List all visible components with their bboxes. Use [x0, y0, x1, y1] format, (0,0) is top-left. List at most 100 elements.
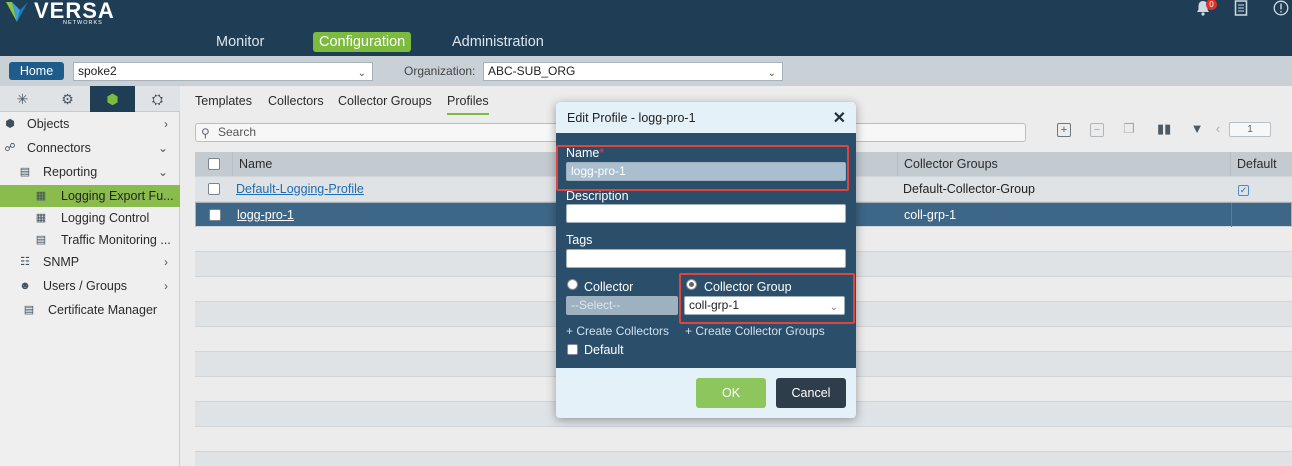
create-collector-groups-link[interactable]: + Create Collector Groups — [685, 324, 825, 338]
create-collectors-link[interactable]: + Create Collectors — [566, 324, 669, 338]
chevron-down-icon: ⌄ — [767, 68, 776, 79]
sidebar-tabs: ✳ ⚙ ⬢ ⛭ — [0, 86, 180, 112]
chevron-right-icon: › — [164, 255, 168, 269]
sidebar-item-certificate-manager[interactable]: ▤ Certificate Manager — [0, 299, 180, 321]
row-checkbox[interactable] — [209, 209, 221, 221]
appliance-select[interactable]: spoke2 ⌄ — [73, 62, 373, 81]
tab-collectors[interactable]: Collectors — [268, 92, 324, 115]
empty-row — [195, 427, 1292, 452]
profile-name-link[interactable]: logg-pro-1 — [237, 208, 294, 222]
sidebar-item-label: Logging Export Fu... — [61, 189, 174, 203]
tab-templates[interactable]: Templates — [195, 92, 252, 115]
chart-icon: ▤ — [19, 166, 31, 178]
sidebar-item-reporting[interactable]: ▤ Reporting ⌄ — [0, 161, 180, 183]
notification-badge: 0 — [1206, 0, 1217, 10]
default-checked-icon: ✓ — [1238, 185, 1249, 196]
organization-value: ABC-SUB_ORG — [488, 64, 576, 78]
traffic-icon: ▤ — [35, 234, 47, 246]
versa-logo-mark — [6, 2, 28, 22]
organization-label: Organization: — [404, 64, 476, 78]
context-bar: Home spoke2 ⌄ Organization: ABC-SUB_ORG … — [0, 56, 1292, 86]
snmp-icon: ☷ — [20, 256, 30, 268]
chevron-down-icon: ⌄ — [157, 165, 168, 179]
sidebar-item-objects[interactable]: ⬢ Objects › — [0, 113, 180, 135]
description-field[interactable] — [566, 204, 846, 223]
profile-name-link[interactable]: Default-Logging-Profile — [236, 182, 364, 196]
sidebar-item-label: Certificate Manager — [48, 303, 158, 317]
cancel-button[interactable]: Cancel — [776, 378, 846, 408]
chevron-down-icon: ⌄ — [157, 141, 168, 155]
default-label: Default — [584, 343, 624, 357]
organization-select[interactable]: ABC-SUB_ORG ⌄ — [483, 62, 783, 81]
collector-label: Collector — [584, 280, 634, 294]
nav-administration[interactable]: Administration — [446, 32, 550, 52]
home-button[interactable]: Home — [9, 62, 64, 80]
select-all-checkbox[interactable] — [208, 158, 220, 170]
brand-sub: NETWORKS — [63, 20, 103, 26]
search-icon: ⚲ — [201, 126, 210, 140]
row-checkbox[interactable] — [208, 183, 220, 195]
collector-group-highlight-box — [679, 273, 855, 324]
collector-groups-cell: Default-Collector-Group — [903, 182, 1035, 196]
sidebar-item-label: Objects — [27, 117, 70, 131]
default-cell — [1231, 203, 1292, 227]
sidebar-item-label: Users / Groups — [43, 279, 128, 293]
dialog-footer: OK Cancel — [556, 368, 856, 418]
chevron-down-icon: ⌄ — [357, 68, 366, 79]
page-number-input[interactable]: 1 — [1229, 122, 1271, 137]
ok-button[interactable]: OK — [696, 378, 766, 408]
sidebar-item-label: SNMP — [43, 255, 80, 269]
sidebar-item-logging-export[interactable]: ▦ Logging Export Fu... — [0, 185, 180, 207]
chevron-right-icon: › — [164, 279, 168, 293]
default-checkbox[interactable] — [567, 344, 578, 355]
export-icon: ▦ — [35, 190, 47, 202]
sidebar-item-connectors[interactable]: ☍ Connectors ⌄ — [0, 137, 180, 159]
collector-select-value: --Select-- — [571, 298, 621, 312]
appliance-value: spoke2 — [78, 64, 117, 78]
sidebar-item-label: Connectors — [27, 141, 91, 155]
collector-select[interactable]: --Select-- — [566, 296, 678, 315]
sidebar-item-traffic-monitoring[interactable]: ▤ Traffic Monitoring ... — [0, 229, 180, 251]
name-highlight-box — [556, 145, 849, 191]
sidebar: ✳ ⚙ ⬢ ⛭ ⬢ Objects › ☍ Connectors ⌄ ▤ Rep… — [0, 86, 180, 466]
connectors-icon: ☍ — [4, 142, 16, 154]
column-header-collector-groups[interactable]: Collector Groups — [897, 152, 1230, 176]
collector-groups-cell: coll-grp-1 — [904, 208, 957, 222]
dialog-title: Edit Profile - logg-pro-1 — [567, 111, 696, 125]
tab-profiles[interactable]: Profiles — [447, 92, 489, 115]
previous-page-icon[interactable]: ‹ — [1211, 122, 1225, 137]
filter-icon[interactable]: ▼ — [1190, 122, 1204, 137]
search-placeholder: Search — [218, 125, 257, 139]
cube-icon: ⬢ — [5, 118, 15, 130]
column-header-default[interactable]: Default — [1230, 152, 1292, 176]
add-icon[interactable]: + — [1057, 123, 1071, 137]
brand-name: VERSA — [34, 0, 115, 23]
empty-row — [195, 452, 1292, 466]
log-control-icon: ▦ — [35, 212, 47, 224]
close-icon[interactable]: ✕ — [833, 108, 846, 128]
collector-radio[interactable] — [567, 279, 578, 290]
copy-icon[interactable]: ❐ — [1122, 122, 1136, 137]
sidebar-item-logging-control[interactable]: ▦ Logging Control — [0, 207, 180, 229]
topology-icon[interactable]: ✳ — [0, 86, 45, 112]
sidebar-item-label: Logging Control — [61, 211, 150, 225]
chevron-right-icon: › — [164, 117, 168, 131]
info-icon[interactable] — [1272, 0, 1290, 16]
tags-label: Tags — [566, 233, 593, 247]
cube-icon[interactable]: ⬢ — [90, 86, 135, 112]
description-label: Description — [566, 189, 629, 203]
remove-icon[interactable]: − — [1090, 123, 1104, 137]
dialog-header: Edit Profile - logg-pro-1 ✕ — [556, 102, 856, 133]
sidebar-item-users-groups[interactable]: ☻ Users / Groups › — [0, 275, 180, 297]
nav-configuration[interactable]: Configuration — [313, 32, 412, 52]
columns-icon[interactable]: ▮▮ — [1157, 122, 1171, 137]
tags-field[interactable] — [566, 249, 846, 268]
certificate-icon: ▤ — [23, 304, 35, 316]
sidebar-item-label: Reporting — [43, 165, 98, 179]
nav-monitor[interactable]: Monitor — [210, 32, 270, 52]
sidebar-item-snmp[interactable]: ☷ SNMP › — [0, 251, 180, 273]
gear-icon[interactable]: ⚙ — [45, 86, 90, 112]
globe-gear-icon[interactable]: ⛭ — [135, 86, 180, 112]
tab-collector-groups[interactable]: Collector Groups — [338, 92, 432, 115]
document-icon[interactable] — [1232, 0, 1250, 16]
